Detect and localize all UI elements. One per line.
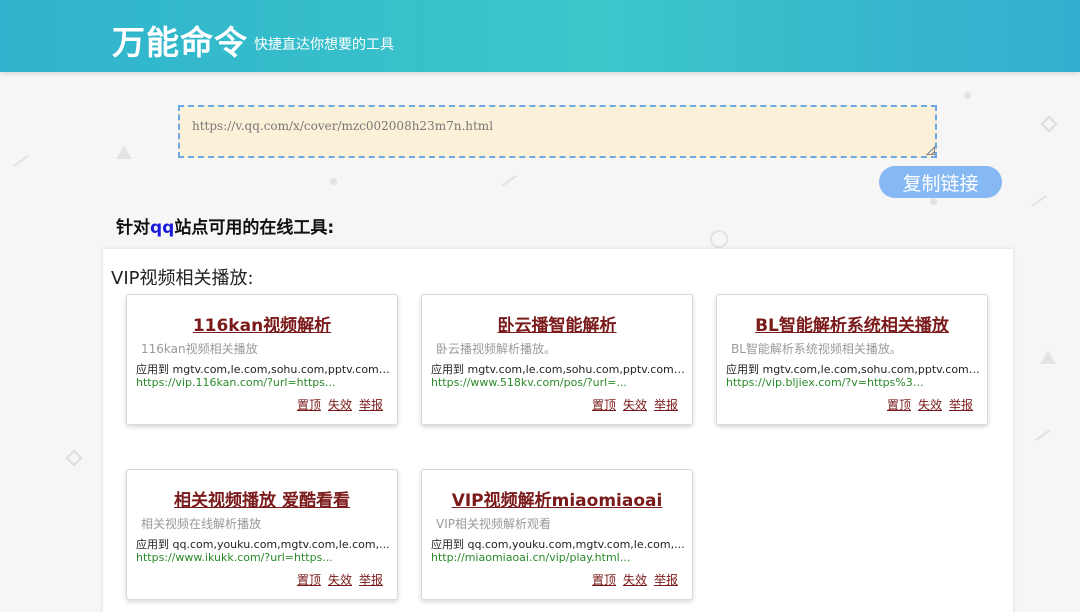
- pin-top-link[interactable]: 置顶: [297, 398, 321, 412]
- tool-card-applies-to: 应用到 qq.com,youku.com,mgtv.com,le.com,...: [136, 538, 390, 551]
- tool-card-title-link[interactable]: VIP视频解析miaomiaoai: [422, 486, 692, 511]
- pin-top-link[interactable]: 置顶: [887, 398, 911, 412]
- tool-card-applies-to: 应用到 qq.com,youku.com,mgtv.com,le.com,...: [431, 538, 685, 551]
- report-link[interactable]: 举报: [359, 398, 383, 412]
- tool-card-title-link[interactable]: 相关视频播放 爱酷看看: [127, 486, 397, 511]
- decor-diamond: [65, 449, 83, 467]
- brand-slogan: 快捷直达你想要的工具: [254, 37, 394, 53]
- section-heading-site: qq: [150, 218, 175, 238]
- mark-invalid-link[interactable]: 失效: [623, 398, 647, 412]
- tool-card-description: VIP相关视频解析观看: [436, 517, 551, 531]
- pin-top-link[interactable]: 置顶: [297, 573, 321, 587]
- decor-dot: [930, 198, 937, 205]
- tool-card-title-link[interactable]: 卧云播智能解析: [422, 311, 692, 336]
- decor-dot: [964, 92, 971, 99]
- tool-card-description: 相关视频在线解析播放: [141, 517, 262, 531]
- tool-card-title-link[interactable]: 116kan视频解析: [127, 311, 397, 336]
- decor-triangle: [116, 145, 132, 159]
- brand-logo[interactable]: 万能命令: [112, 16, 248, 64]
- tool-card-url: https://www.518kv.com/pos/?url=...: [431, 376, 627, 389]
- tool-card-title-link[interactable]: BL智能解析系统相关播放: [717, 311, 987, 336]
- tool-card: VIP视频解析miaomiaoai VIP相关视频解析观看 应用到 qq.com…: [421, 469, 693, 600]
- report-link[interactable]: 举报: [359, 573, 383, 587]
- tool-card-applies-to: 应用到 mgtv.com,le.com,sohu.com,pptv.com,..…: [136, 363, 390, 376]
- tool-card-url: https://vip.116kan.com/?url=https...: [136, 376, 336, 389]
- section-heading-suffix: 站点可用的在线工具:: [174, 218, 335, 238]
- tool-card-url: https://www.ikukk.com/?url=https...: [136, 551, 333, 564]
- tool-card-applies-to: 应用到 mgtv.com,le.com,sohu.com,pptv.com,..…: [431, 363, 685, 376]
- tools-panel: VIP视频相关播放: 116kan视频解析 116kan视频相关播放 应用到 m…: [103, 249, 1013, 612]
- tool-card-applies-to: 应用到 mgtv.com,le.com,sohu.com,pptv.com,..…: [726, 363, 980, 376]
- decor-line: [1035, 429, 1051, 441]
- tool-card: 卧云播智能解析 卧云播视频解析播放。 应用到 mgtv.com,le.com,s…: [421, 294, 693, 425]
- tool-card-actions: 置顶 失效 举报: [585, 396, 678, 413]
- tool-card-description: 卧云播视频解析播放。: [436, 342, 557, 356]
- decor-diamond: [1040, 115, 1058, 133]
- tool-card-actions: 置顶 失效 举报: [290, 571, 383, 588]
- tool-card-url: http://miaomiaoai.cn/vip/play.html...: [431, 551, 631, 564]
- tool-card-description: BL智能解析系统视频相关播放。: [731, 342, 902, 356]
- tool-card: 116kan视频解析 116kan视频相关播放 应用到 mgtv.com,le.…: [126, 294, 398, 425]
- decor-ring: [710, 230, 728, 248]
- report-link[interactable]: 举报: [654, 398, 678, 412]
- decor-line: [1031, 195, 1047, 207]
- copy-link-button[interactable]: 复制链接: [879, 166, 1002, 198]
- resize-handle-icon[interactable]: [926, 146, 935, 155]
- tool-card-url: https://vip.bljiex.com/?v=https%3A...: [726, 376, 926, 389]
- mark-invalid-link[interactable]: 失效: [918, 398, 942, 412]
- mark-invalid-link[interactable]: 失效: [328, 573, 352, 587]
- report-link[interactable]: 举报: [654, 573, 678, 587]
- tool-card-actions: 置顶 失效 举报: [585, 571, 678, 588]
- tool-card-actions: 置顶 失效 举报: [880, 396, 973, 413]
- mark-invalid-link[interactable]: 失效: [328, 398, 352, 412]
- tool-card: 相关视频播放 爱酷看看 相关视频在线解析播放 应用到 qq.com,youku.…: [126, 469, 398, 600]
- url-input[interactable]: https://v.qq.com/x/cover/mzc002008h23m7n…: [178, 105, 937, 158]
- tool-card: BL智能解析系统相关播放 BL智能解析系统视频相关播放。 应用到 mgtv.co…: [716, 294, 988, 425]
- pin-top-link[interactable]: 置顶: [592, 398, 616, 412]
- mark-invalid-link[interactable]: 失效: [623, 573, 647, 587]
- decor-line: [501, 175, 517, 187]
- panel-title: VIP视频相关播放:: [111, 268, 254, 289]
- tool-card-actions: 置顶 失效 举报: [290, 396, 383, 413]
- section-heading: 针对qq站点可用的在线工具:: [116, 213, 334, 238]
- report-link[interactable]: 举报: [949, 398, 973, 412]
- decor-line: [13, 155, 29, 167]
- decor-dot: [330, 178, 337, 185]
- pin-top-link[interactable]: 置顶: [592, 573, 616, 587]
- site-header: 万能命令 快捷直达你想要的工具: [0, 0, 1080, 72]
- decor-triangle: [1040, 350, 1056, 364]
- tool-card-description: 116kan视频相关播放: [141, 342, 258, 356]
- section-heading-prefix: 针对: [116, 218, 150, 238]
